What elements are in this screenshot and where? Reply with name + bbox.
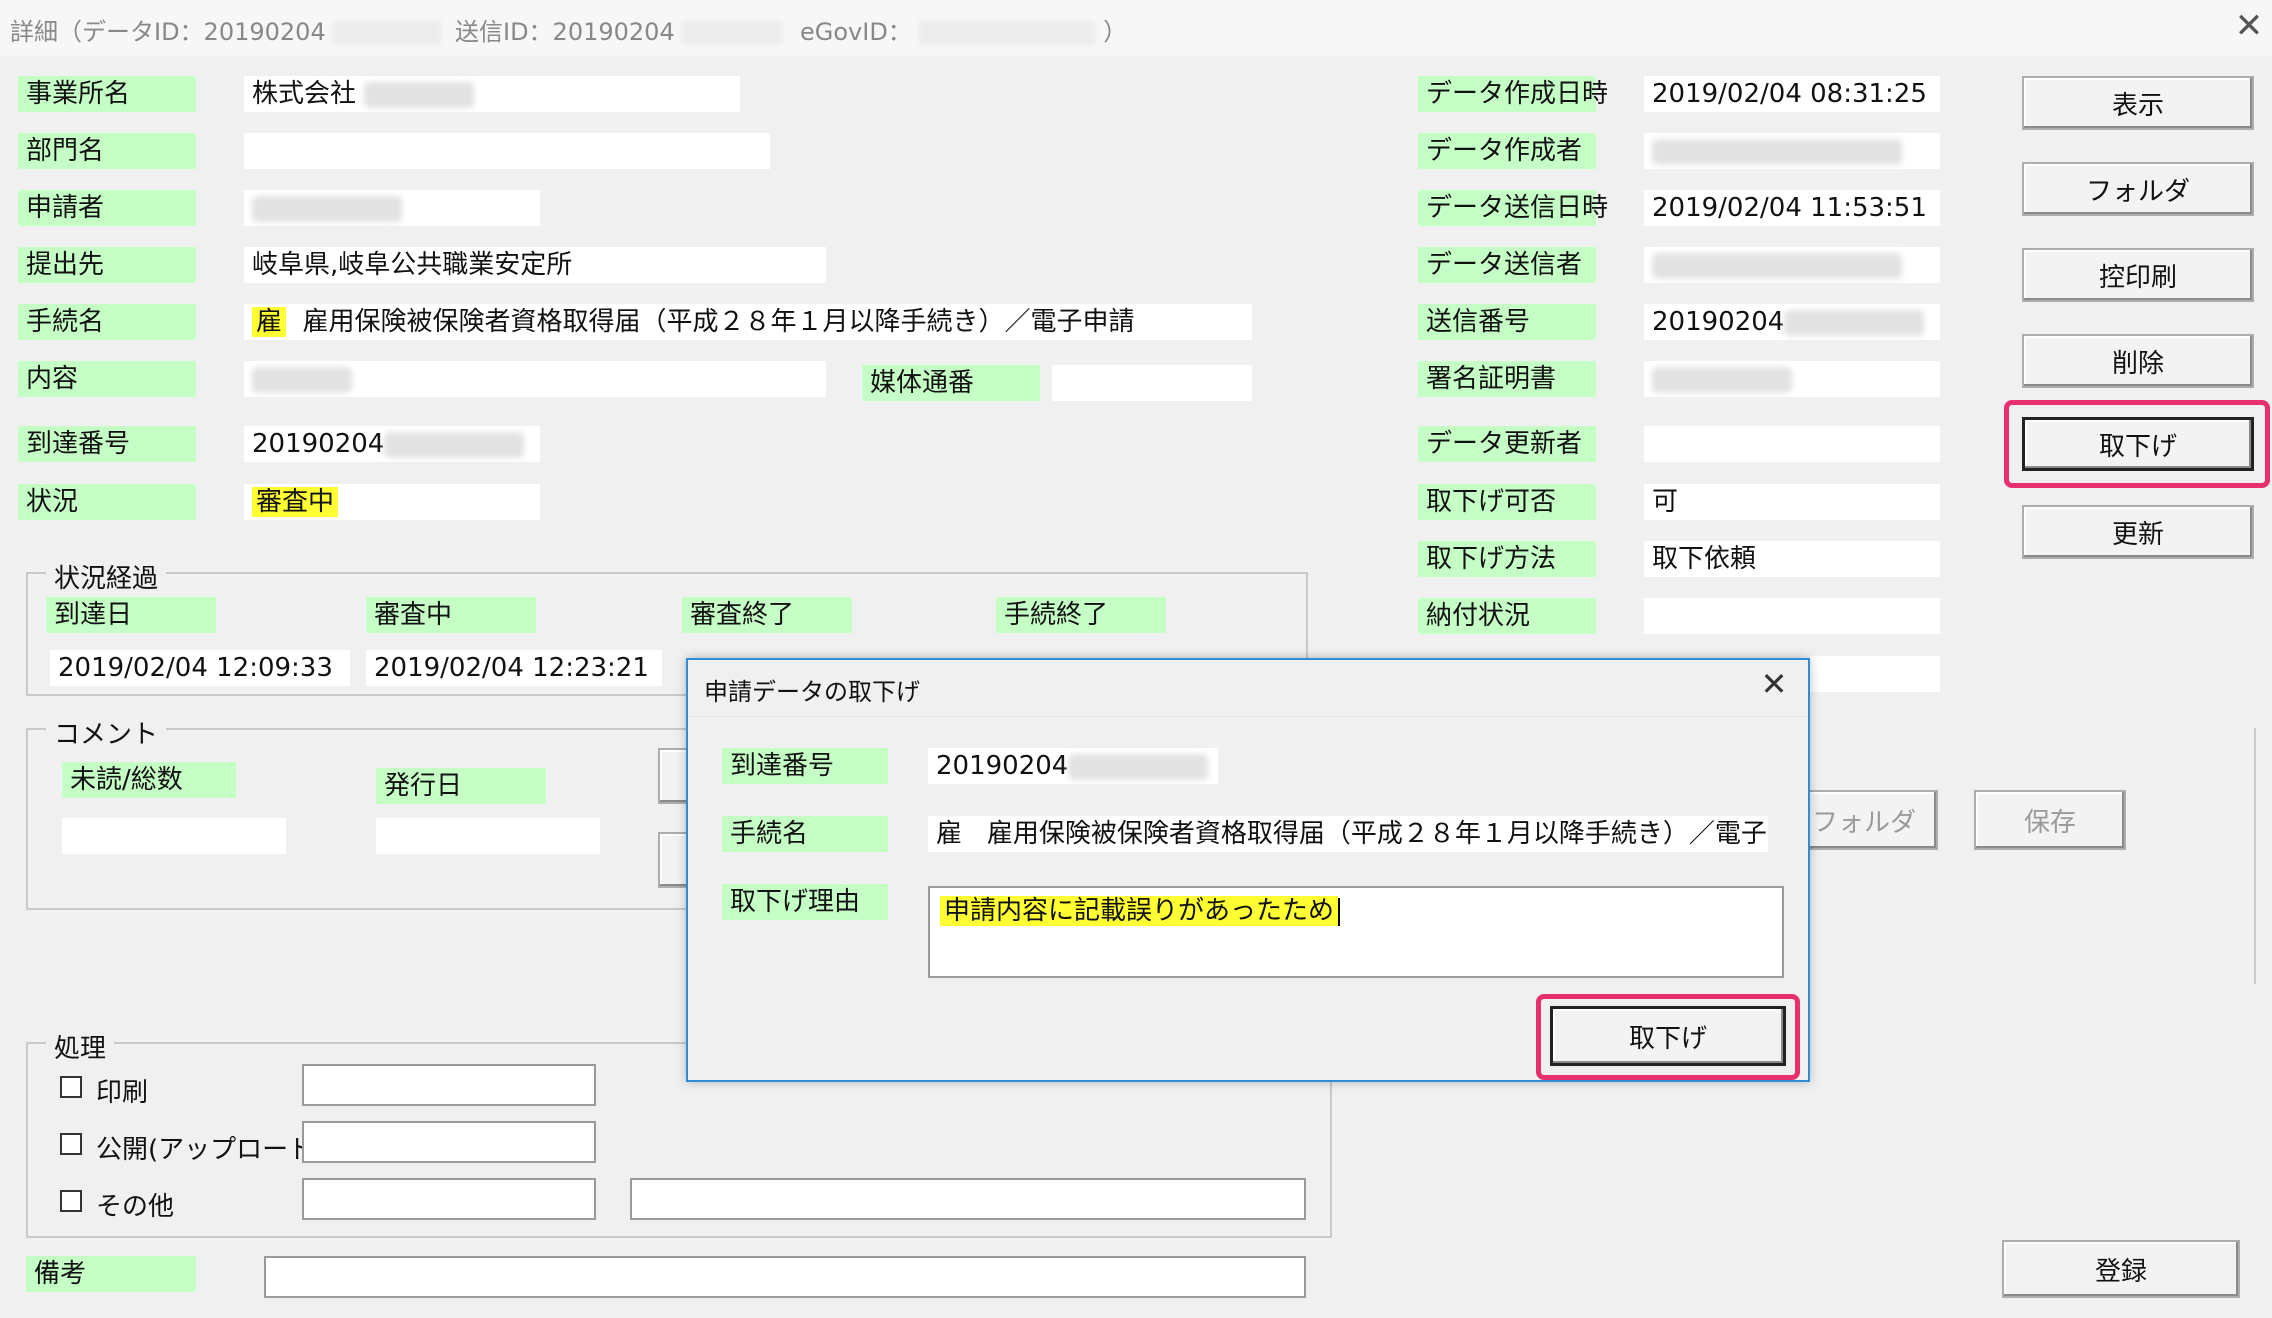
redacted-egov-id	[919, 21, 1096, 45]
progress-review-value: 2019/02/04 12:23:21	[366, 650, 662, 686]
arrival-no-label: 到達番号	[18, 426, 196, 462]
withdraw-method-value: 取下依頼	[1644, 541, 1940, 577]
dialog-reason-input[interactable]: 申請内容に記載誤りがあったため	[928, 886, 1784, 978]
withdraw-possible-label: 取下げ可否	[1418, 484, 1596, 520]
arrival-no-value: 20190204	[244, 426, 540, 462]
dialog-procedure-tag: 雇	[936, 819, 963, 849]
title-send-id: 送信ID：20190204	[455, 18, 675, 46]
media-no-label: 媒体通番	[862, 365, 1040, 401]
title-suffix: ）	[1103, 18, 1128, 46]
created-by-value	[1644, 133, 1940, 169]
issue-date-label: 発行日	[376, 768, 546, 804]
dialog-procedure-value: 雇 雇用保険被保険者資格取得届（平成２８年１月以降手続き）／電子	[928, 816, 1768, 852]
progress-arrival-value: 2019/02/04 12:09:33	[50, 650, 350, 686]
withdraw-method-label: 取下げ方法	[1418, 541, 1596, 577]
created-at-value: 2019/02/04 08:31:25	[1644, 76, 1940, 112]
procedure-tag: 雇	[252, 307, 287, 337]
comment-legend: コメント	[46, 714, 167, 751]
payment-status-label: 納付状況	[1418, 598, 1596, 634]
dialog-title-divider	[688, 716, 1808, 717]
sent-at-value: 2019/02/04 11:53:51	[1644, 190, 1940, 226]
progress-arrival-label: 到達日	[46, 597, 216, 633]
issue-date-value	[376, 818, 600, 854]
redacted-send-id	[682, 21, 783, 45]
created-by-label: データ作成者	[1418, 133, 1596, 169]
progress-review-end-label: 審査終了	[682, 597, 852, 633]
cert-label: 署名証明書	[1418, 361, 1596, 397]
register-button[interactable]: 登録	[2002, 1240, 2240, 1298]
status-label: 状況	[18, 484, 196, 520]
dialog-close-icon[interactable]: ✕	[1752, 662, 1796, 706]
remarks-input[interactable]	[264, 1256, 1306, 1298]
publish-checkbox[interactable]	[60, 1133, 82, 1155]
updated-by-label: データ更新者	[1418, 426, 1596, 462]
print-checkbox[interactable]	[60, 1076, 82, 1098]
other-checkbox-label: その他	[96, 1192, 175, 1222]
applicant-label: 申請者	[18, 190, 196, 226]
media-no-value	[1052, 365, 1252, 401]
unread-total-value	[62, 818, 286, 854]
delete-button[interactable]: 削除	[2022, 334, 2254, 388]
dept-name-label: 部門名	[18, 133, 196, 169]
submit-to-value: 岐阜県,岐阜公共職業安定所	[244, 247, 826, 283]
payment-status-value	[1644, 598, 1940, 634]
folder-button[interactable]: フォルダ	[2022, 162, 2254, 216]
progress-legend: 状況経過	[46, 558, 167, 595]
dept-name-value	[244, 133, 770, 169]
comment-save-button[interactable]: 保存	[1974, 790, 2126, 850]
processing-legend: 処理	[46, 1028, 115, 1065]
redacted-data-id	[333, 21, 442, 45]
extra-field-value	[1810, 656, 1940, 692]
title-egov-id: eGovID：	[800, 18, 912, 46]
procedure-value: 雇 雇用保険被保険者資格取得届（平成２８年１月以降手続き）／電子申請	[244, 304, 1252, 340]
content-label: 内容	[18, 361, 196, 397]
applicant-value	[244, 190, 540, 226]
dialog-arrival-no-label: 到達番号	[722, 748, 888, 784]
progress-proc-end-label: 手続終了	[996, 597, 1166, 633]
office-name-label: 事業所名	[18, 76, 196, 112]
office-name-value: 株式会社	[244, 76, 740, 112]
remarks-label: 備考	[26, 1256, 196, 1292]
progress-review-label: 審査中	[366, 597, 536, 633]
title-data-id: 詳細（データID：20190204	[10, 18, 326, 46]
comment-group-right-edge	[2254, 728, 2256, 984]
window-title: 詳細（データID：20190204 送信ID：20190204 eGovID： …	[10, 12, 1127, 47]
unread-total-label: 未読/総数	[62, 762, 236, 798]
sent-by-value	[1644, 247, 1940, 283]
other-detail-input[interactable]	[630, 1178, 1306, 1220]
dialog-procedure-label: 手続名	[722, 816, 888, 852]
publish-input[interactable]	[302, 1121, 596, 1163]
display-button[interactable]: 表示	[2022, 76, 2254, 130]
dialog-arrival-no-value: 20190204	[928, 748, 1218, 784]
withdraw-dialog: 申請データの取下げ ✕ 到達番号 20190204 手続名 雇 雇用保険被保険者…	[686, 658, 1810, 1082]
content-value	[244, 361, 826, 397]
dialog-reason-label: 取下げ理由	[722, 884, 888, 920]
comment-folder-button[interactable]: フォルダ	[1790, 790, 1938, 850]
dialog-title: 申請データの取下げ	[704, 678, 920, 706]
publish-checkbox-label: 公開(アップロード)	[96, 1135, 325, 1165]
submit-to-label: 提出先	[18, 247, 196, 283]
send-no-value: 20190204	[1644, 304, 1940, 340]
withdraw-button[interactable]: 取下げ	[2022, 417, 2254, 471]
other-checkbox[interactable]	[60, 1190, 82, 1212]
send-no-label: 送信番号	[1418, 304, 1596, 340]
procedure-label: 手続名	[18, 304, 196, 340]
dialog-withdraw-button[interactable]: 取下げ	[1550, 1006, 1786, 1066]
update-button[interactable]: 更新	[2022, 505, 2254, 559]
other-input[interactable]	[302, 1178, 596, 1220]
print-input[interactable]	[302, 1064, 596, 1106]
print-copy-button[interactable]: 控印刷	[2022, 248, 2254, 302]
withdraw-possible-value: 可	[1644, 484, 1940, 520]
sent-at-label: データ送信日時	[1418, 190, 1608, 226]
sent-by-label: データ送信者	[1418, 247, 1596, 283]
print-checkbox-label: 印刷	[96, 1078, 149, 1108]
cert-value	[1644, 361, 1940, 397]
window-close-icon[interactable]: ✕	[2232, 6, 2266, 46]
created-at-label: データ作成日時	[1418, 76, 1608, 112]
updated-by-value	[1644, 426, 1940, 462]
status-value: 審査中	[244, 484, 540, 520]
